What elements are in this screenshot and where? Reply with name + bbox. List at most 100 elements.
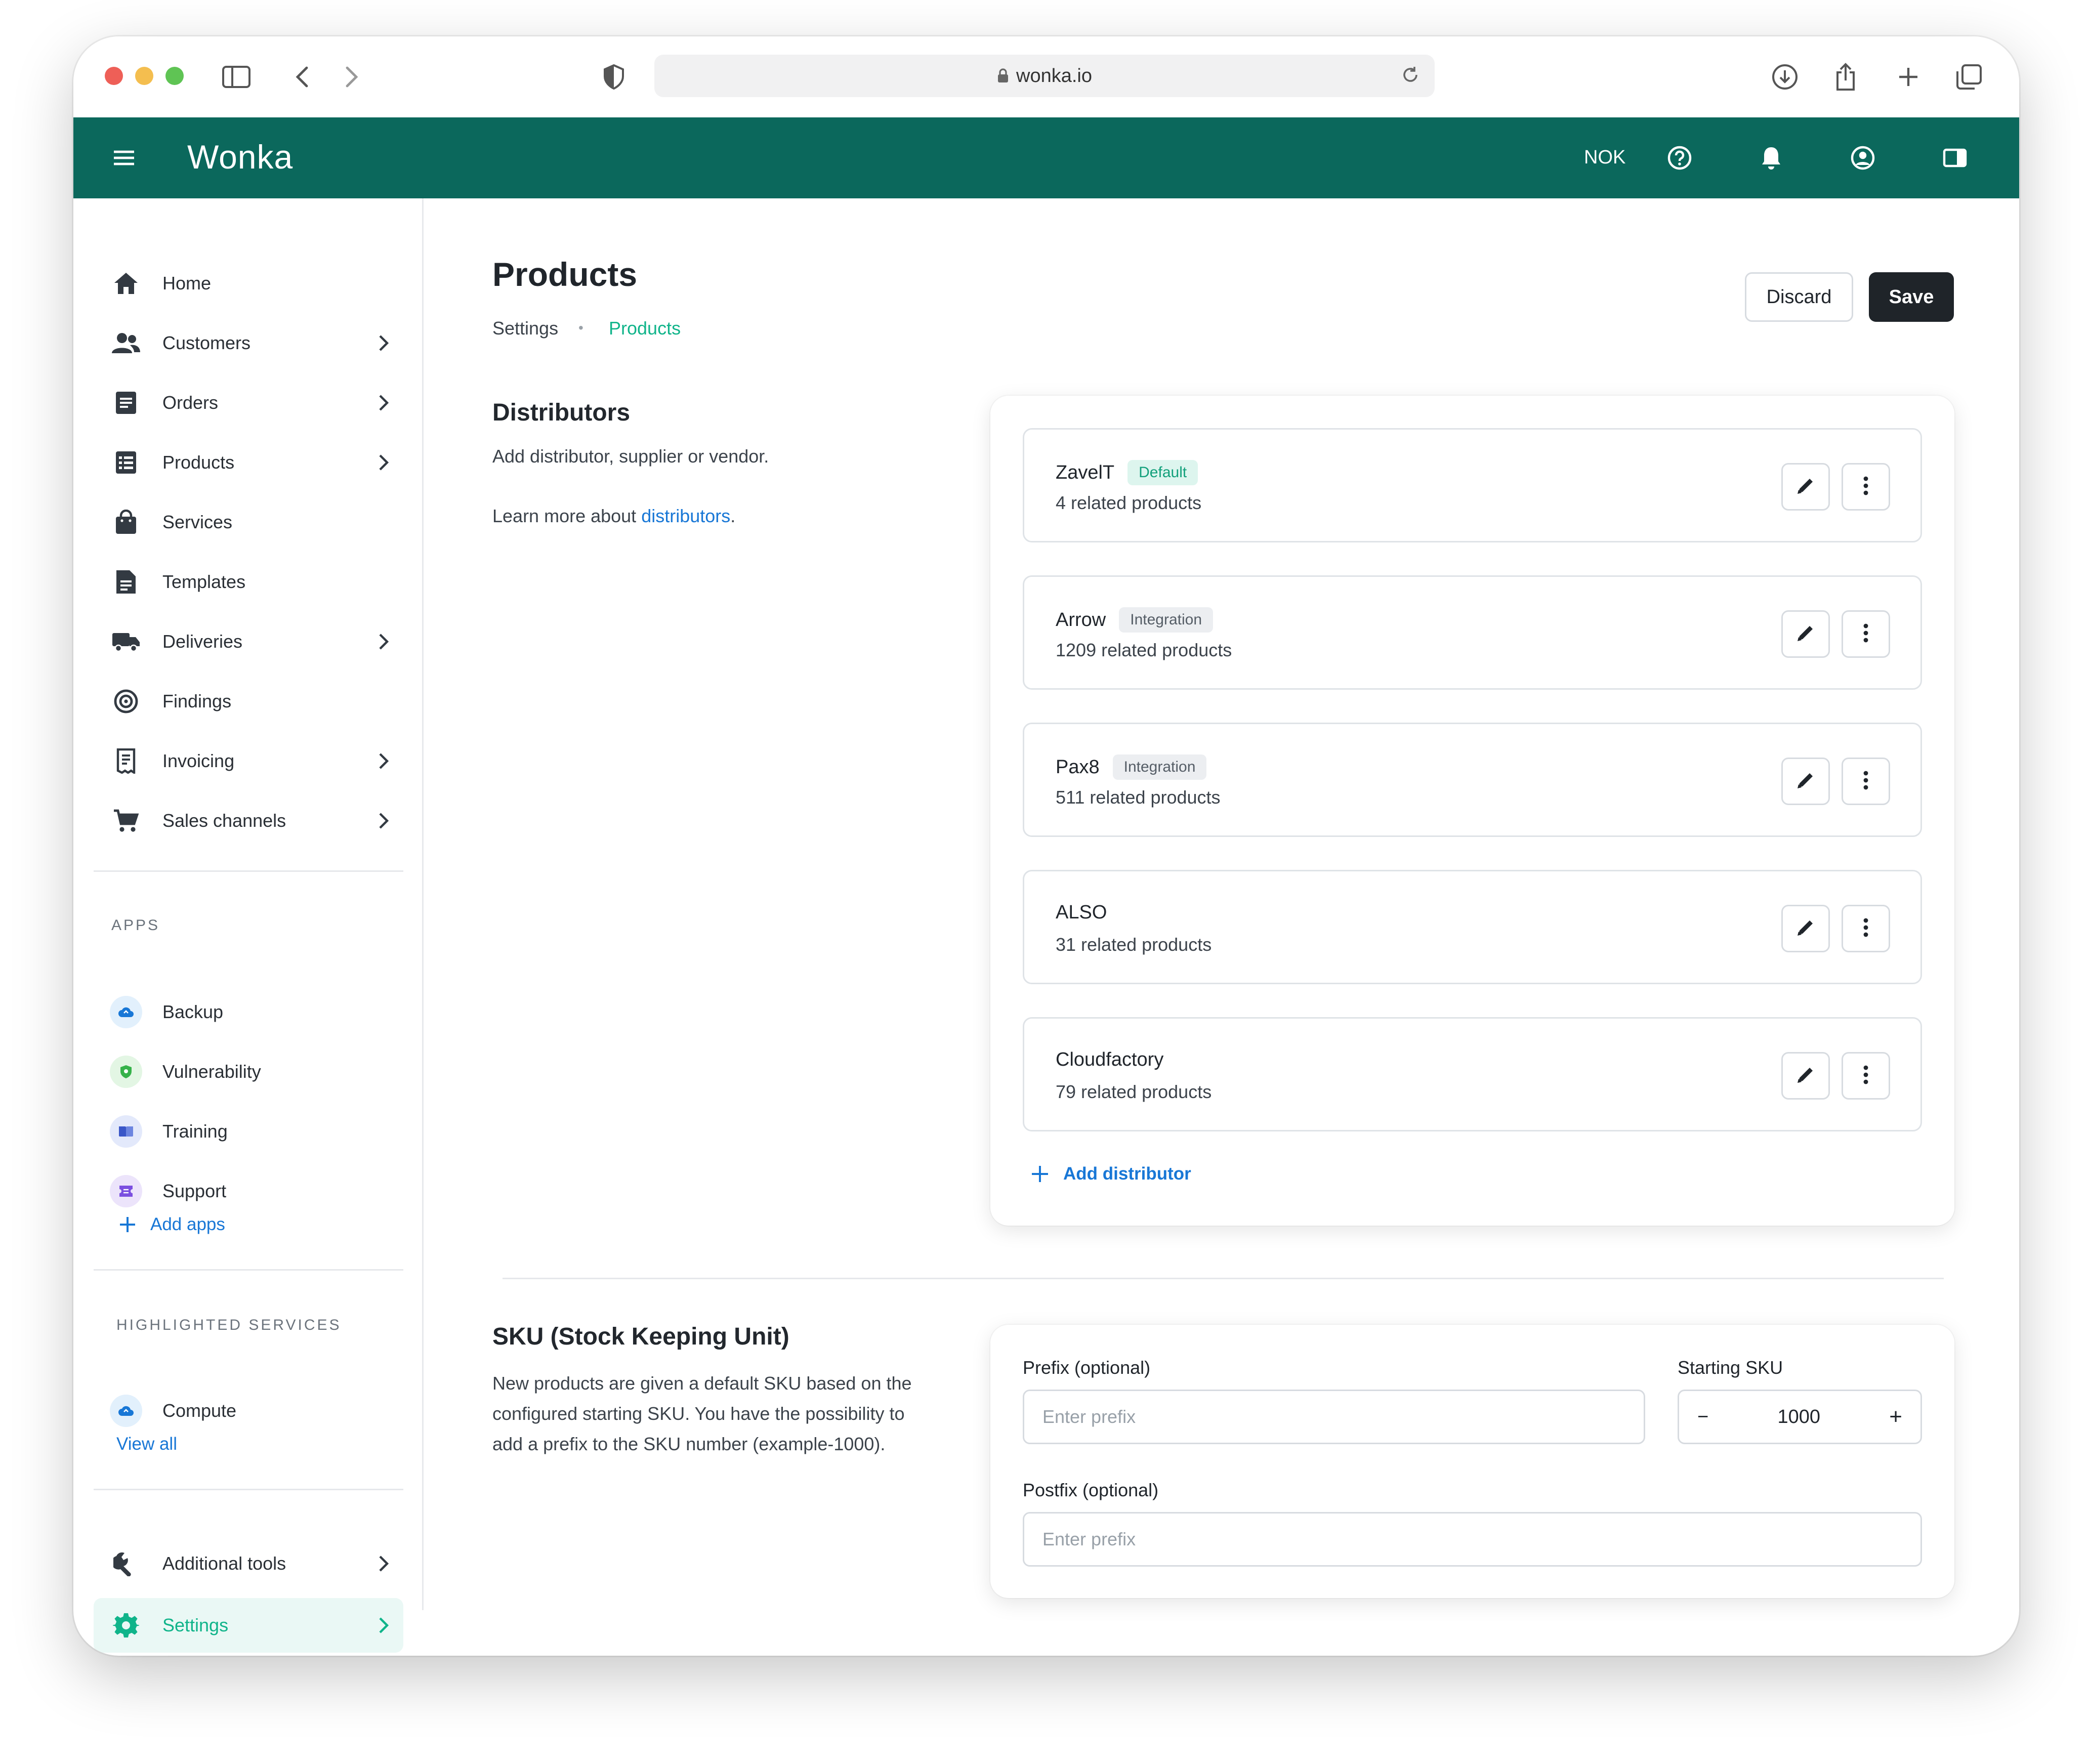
breadcrumb-settings[interactable]: Settings: [492, 318, 558, 339]
sidebar-item-invoicing[interactable]: Invoicing: [94, 736, 403, 786]
postfix-input[interactable]: Enter prefix: [1023, 1512, 1922, 1567]
sidebar-app-support[interactable]: Support: [94, 1166, 403, 1216]
sidebar-service-compute[interactable]: Compute: [94, 1385, 403, 1436]
sidebar-item-customers[interactable]: Customers: [94, 318, 403, 368]
distributor-row[interactable]: Cloudfactory 79 related products: [1023, 1017, 1922, 1131]
help-icon[interactable]: [1663, 142, 1696, 174]
prefix-placeholder: Enter prefix: [1042, 1406, 1136, 1427]
more-options-button[interactable]: [1842, 758, 1890, 805]
prefix-input[interactable]: Enter prefix: [1023, 1390, 1645, 1444]
sidebar-app-training[interactable]: Training: [94, 1106, 403, 1157]
decrement-button[interactable]: −: [1697, 1406, 1708, 1428]
postfix-label: Postfix (optional): [1023, 1480, 1159, 1500]
privacy-shield-icon[interactable]: [598, 61, 630, 93]
view-all-label: View all: [116, 1434, 177, 1454]
more-options-button[interactable]: [1842, 610, 1890, 658]
bag-icon: [110, 506, 142, 538]
sidebar-item-products[interactable]: Products: [94, 437, 403, 488]
more-options-button[interactable]: [1842, 463, 1890, 511]
download-icon[interactable]: [1769, 61, 1801, 93]
share-icon[interactable]: [1829, 61, 1862, 93]
zoom-window-button[interactable]: [165, 67, 184, 85]
sidebar-toggle-icon[interactable]: [220, 61, 253, 93]
more-vertical-icon: [1863, 1065, 1869, 1087]
sidebar-app-vulnerability[interactable]: Vulnerability: [94, 1046, 403, 1097]
sku-description-line: New products are given a default SKU bas…: [492, 1373, 912, 1394]
add-distributor-button[interactable]: Add distributor: [1031, 1164, 1191, 1184]
sidebar-item-orders[interactable]: Orders: [94, 377, 403, 428]
sidebar-item-label: Sales channels: [162, 810, 286, 831]
users-icon: [110, 327, 142, 359]
sku-card: Prefix (optional) Enter prefix Starting …: [990, 1325, 1954, 1598]
distributor-name: ZavelT: [1056, 461, 1115, 483]
distributor-row[interactable]: ZavelT Default 4 related products: [1023, 428, 1922, 542]
add-apps-link[interactable]: Add apps: [119, 1214, 225, 1235]
sidebar-item-sales-channels[interactable]: Sales channels: [94, 795, 403, 846]
target-icon: [110, 685, 142, 718]
panel-toggle-icon[interactable]: [1939, 142, 1971, 174]
plus-icon: [119, 1216, 136, 1233]
edit-button[interactable]: [1781, 463, 1830, 511]
save-button[interactable]: Save: [1869, 272, 1954, 322]
forward-icon[interactable]: [336, 61, 368, 93]
sku-description-line: add a prefix to the SKU number (example-…: [492, 1434, 886, 1454]
distributor-row[interactable]: ALSO 31 related products: [1023, 870, 1922, 984]
apps-section-title: APPS: [111, 917, 160, 934]
chevron-right-icon: [377, 811, 389, 835]
sidebar-item-templates[interactable]: Templates: [94, 557, 403, 607]
breadcrumb-products[interactable]: Products: [609, 318, 681, 339]
edit-button[interactable]: [1781, 758, 1830, 805]
sidebar-item-label: Templates: [162, 571, 246, 592]
sidebar-item-label: Backup: [162, 1001, 224, 1022]
menu-icon[interactable]: [113, 144, 135, 175]
pencil-icon: [1795, 623, 1816, 646]
tab-overview-icon[interactable]: [1953, 61, 1985, 93]
distributor-row[interactable]: Arrow Integration 1209 related products: [1023, 575, 1922, 690]
distributors-link[interactable]: distributors: [641, 506, 730, 526]
increment-button[interactable]: +: [1889, 1404, 1902, 1430]
postfix-placeholder: Enter prefix: [1042, 1529, 1136, 1549]
sidebar-item-services[interactable]: Services: [94, 497, 403, 548]
app-logo[interactable]: Wonka: [187, 138, 293, 176]
distributor-name: Cloudfactory: [1056, 1049, 1164, 1070]
sidebar-item-settings[interactable]: Settings: [94, 1598, 403, 1653]
lock-icon: [997, 68, 1009, 83]
sidebar-app-backup[interactable]: Backup: [94, 987, 403, 1037]
sidebar-item-label: Findings: [162, 691, 232, 711]
minimize-window-button[interactable]: [135, 67, 153, 85]
discard-button[interactable]: Discard: [1745, 272, 1853, 322]
sidebar-item-label: Settings: [162, 1615, 229, 1635]
distributors-title: Distributors: [492, 399, 631, 426]
currency-selector[interactable]: NOK: [1584, 147, 1625, 169]
sidebar-item-additional-tools[interactable]: Additional tools: [94, 1538, 403, 1589]
sidebar-divider: [94, 870, 403, 872]
close-window-button[interactable]: [105, 67, 123, 85]
plus-icon: [1031, 1165, 1049, 1183]
view-all-link[interactable]: View all: [116, 1434, 177, 1454]
starting-sku-value[interactable]: 1000: [1777, 1406, 1820, 1428]
distributor-row[interactable]: Pax8 Integration 511 related products: [1023, 723, 1922, 837]
wrench-icon: [110, 1547, 142, 1580]
more-options-button[interactable]: [1842, 1052, 1890, 1100]
sidebar-item-label: Services: [162, 512, 233, 532]
reload-icon[interactable]: [1400, 65, 1420, 90]
browser-window: wonka.io Wonka NOK Home Customers Orders…: [73, 36, 2019, 1656]
more-options-button[interactable]: [1842, 905, 1890, 952]
sidebar-item-findings[interactable]: Findings: [94, 676, 403, 727]
sidebar-item-home[interactable]: Home: [94, 258, 403, 309]
edit-button[interactable]: [1781, 610, 1830, 658]
starting-sku-stepper[interactable]: − 1000 +: [1678, 1390, 1922, 1444]
back-icon[interactable]: [286, 61, 318, 93]
sidebar-item-deliveries[interactable]: Deliveries: [94, 616, 403, 667]
highlighted-services-title: HIGHLIGHTED SERVICES: [116, 1317, 342, 1333]
edit-button[interactable]: [1781, 1052, 1830, 1100]
edit-button[interactable]: [1781, 905, 1830, 952]
account-icon[interactable]: [1847, 142, 1879, 174]
sidebar-item-label: Products: [162, 452, 235, 473]
new-tab-icon[interactable]: [1892, 61, 1925, 93]
chevron-right-icon: [377, 452, 389, 477]
more-vertical-icon: [1863, 770, 1869, 793]
notifications-icon[interactable]: [1755, 142, 1787, 174]
add-apps-label: Add apps: [150, 1214, 225, 1234]
address-bar[interactable]: wonka.io: [654, 55, 1435, 97]
